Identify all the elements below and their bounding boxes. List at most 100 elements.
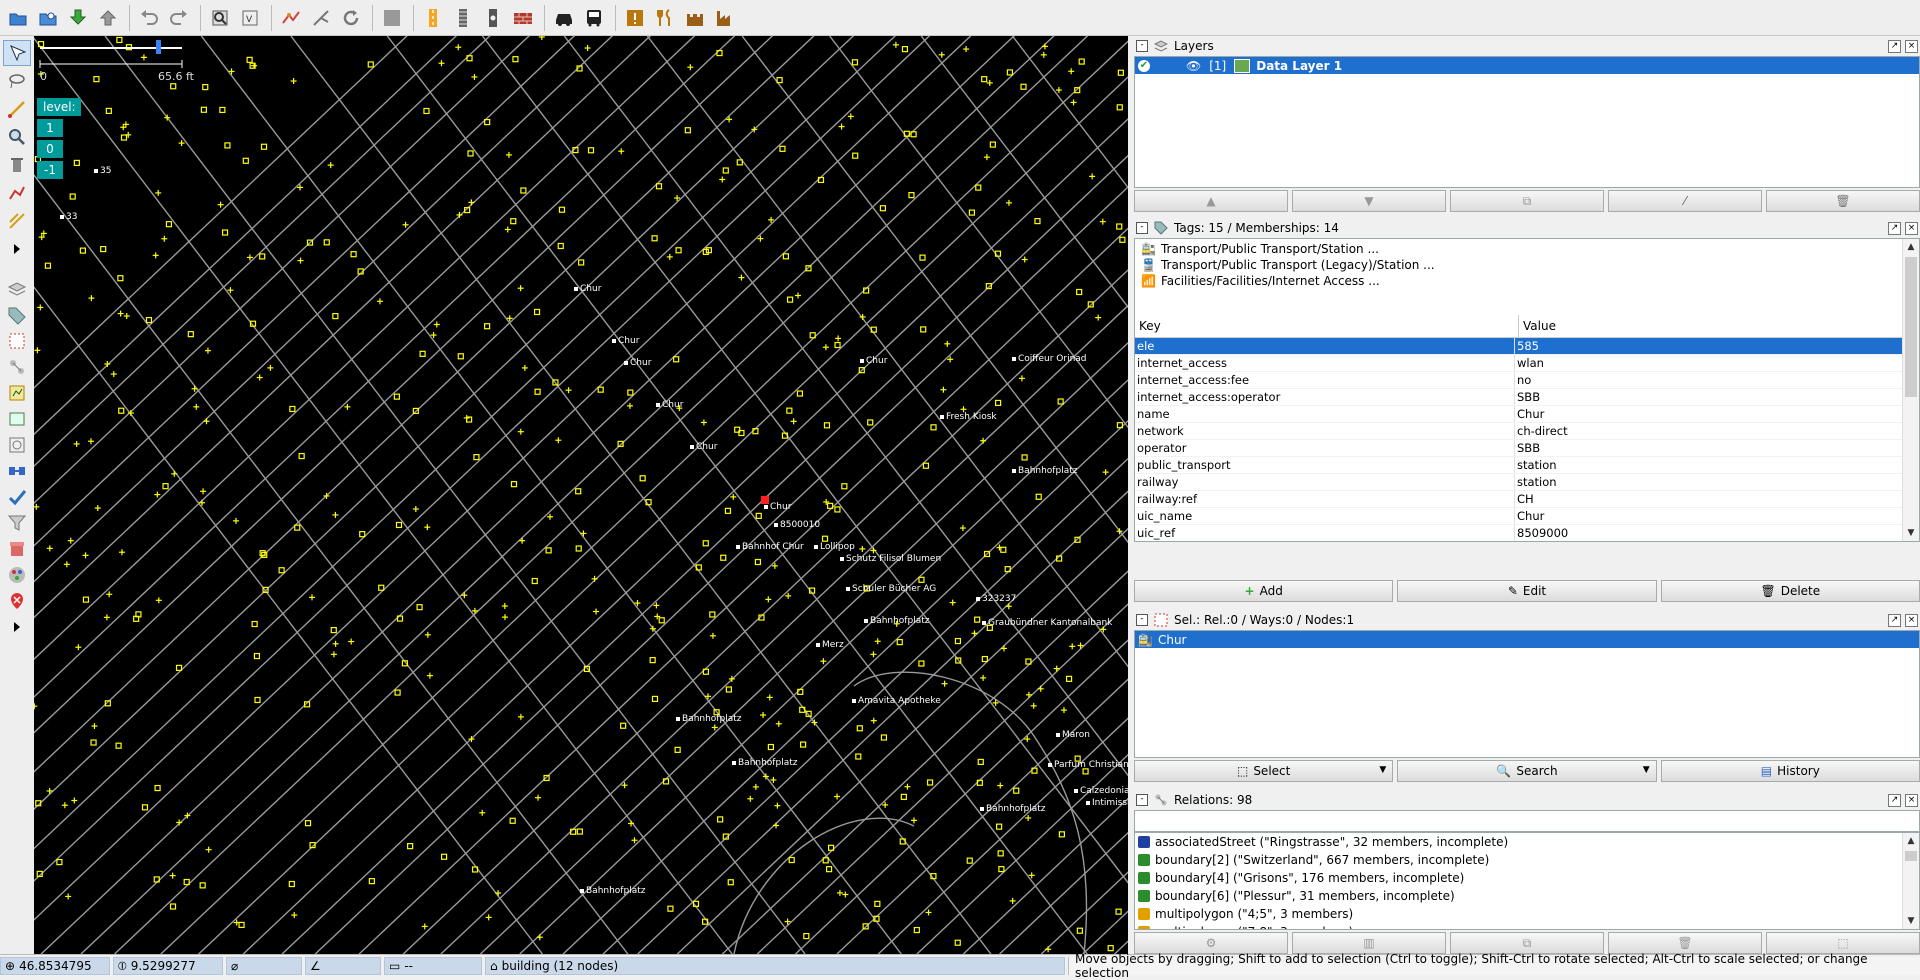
node-marker[interactable]: [200, 106, 207, 113]
way-line[interactable]: [104, 36, 806, 954]
node-marker[interactable]: [278, 567, 285, 574]
map-label[interactable]: Maron: [1056, 730, 1090, 740]
edit-tag-button[interactable]: ✎ Edit: [1397, 580, 1657, 602]
tag-value[interactable]: ch-direct: [1514, 422, 1919, 440]
node-marker[interactable]: [1107, 945, 1114, 952]
history-button[interactable]: ▤ History: [1660, 760, 1920, 782]
relations-toggle-icon[interactable]: [3, 354, 31, 380]
map-label[interactable]: Chur: [624, 358, 651, 368]
tag-key[interactable]: public_transport: [1135, 456, 1515, 474]
tag-row[interactable]: internet_access:operator SBB: [1135, 388, 1919, 406]
map-paint-styles-icon[interactable]: [3, 562, 31, 588]
node-marker[interactable]: [651, 695, 659, 703]
node-marker[interactable]: [674, 746, 681, 753]
map-label[interactable]: Amavita Apotheke: [852, 696, 941, 706]
node-marker[interactable]: [289, 405, 296, 413]
node-marker[interactable]: [926, 779, 934, 786]
tag-row[interactable]: operator SBB: [1135, 439, 1919, 457]
delete-layer-button[interactable]: 🗑: [1766, 190, 1920, 212]
tag-value[interactable]: station: [1514, 473, 1919, 491]
way-line[interactable]: [34, 36, 980, 954]
node-marker[interactable]: [199, 882, 206, 889]
node-marker[interactable]: [44, 262, 52, 269]
way-line[interactable]: [877, 36, 1128, 954]
warning-icon[interactable]: [621, 4, 649, 32]
tag-value[interactable]: 585: [1514, 338, 1919, 355]
tag-row[interactable]: railway:ref CH: [1135, 490, 1919, 508]
way-line[interactable]: [358, 36, 1128, 954]
node-marker[interactable]: [1078, 58, 1085, 65]
tag-key[interactable]: name: [1135, 405, 1515, 423]
close-icon[interactable]: ×: [1905, 794, 1918, 807]
duplicate-relation-button[interactable]: ⧉: [1450, 932, 1604, 954]
close-icon[interactable]: ×: [1905, 222, 1918, 235]
node-marker[interactable]: [115, 742, 122, 749]
node-marker[interactable]: [639, 475, 646, 482]
node-marker[interactable]: [254, 696, 261, 704]
open-location-icon[interactable]: [34, 4, 62, 32]
map-label[interactable]: Schuler Bücher AG: [846, 584, 936, 594]
select-tool-icon[interactable]: [3, 40, 31, 66]
node-marker[interactable]: [118, 407, 125, 414]
node-marker[interactable]: [649, 657, 656, 664]
node-marker[interactable]: [509, 817, 516, 824]
node-marker[interactable]: [995, 399, 1002, 407]
node-marker[interactable]: [767, 743, 774, 751]
way-line[interactable]: [114, 36, 1128, 954]
node-marker[interactable]: [393, 393, 400, 400]
node-marker[interactable]: [1076, 927, 1083, 934]
zoom-tool-icon[interactable]: [3, 124, 31, 150]
node-marker[interactable]: [251, 620, 258, 628]
notes-toggle-icon[interactable]: [3, 536, 31, 562]
tag-key[interactable]: operator: [1135, 439, 1515, 457]
tags-toggle-icon[interactable]: [3, 302, 31, 328]
map-label[interactable]: Chur: [656, 400, 683, 410]
road-icon[interactable]: [419, 4, 447, 32]
node-marker[interactable]: [224, 142, 231, 149]
tag-key[interactable]: uic_ref: [1135, 524, 1515, 541]
map-label[interactable]: Coiffeur Orinad: [1012, 354, 1087, 364]
merge-layer-button[interactable]: ⧉: [1450, 190, 1604, 212]
map-label[interactable]: Bahnhofplatz: [732, 758, 797, 768]
tag-value[interactable]: CH: [1514, 490, 1919, 508]
node-marker[interactable]: [578, 259, 585, 266]
changeset-toggle-icon[interactable]: [3, 380, 31, 406]
node-marker[interactable]: [803, 932, 810, 940]
tag-key[interactable]: railway: [1135, 473, 1515, 491]
way-line[interactable]: [756, 36, 1128, 954]
node-marker[interactable]: [725, 686, 732, 693]
map-label[interactable]: 35: [94, 166, 111, 176]
node-marker[interactable]: [974, 616, 981, 623]
preset-link[interactable]: 🚉 Transport/Public Transport/Station ...: [1135, 241, 1919, 257]
node-marker[interactable]: [658, 617, 665, 624]
node-marker[interactable]: [288, 880, 295, 888]
way-line[interactable]: [402, 36, 1128, 954]
node-marker[interactable]: [954, 637, 962, 645]
node-marker[interactable]: [996, 823, 1003, 830]
level-minus1-button[interactable]: -1: [37, 161, 63, 179]
way-line[interactable]: [34, 36, 583, 954]
imagery-icon[interactable]: [378, 4, 406, 32]
map-label[interactable]: Chur: [860, 356, 887, 366]
node-marker[interactable]: [467, 150, 474, 157]
tag-row[interactable]: ele 585: [1135, 338, 1919, 355]
expand-dialogs-icon[interactable]: [3, 614, 31, 640]
collapse-icon[interactable]: -: [1136, 222, 1148, 234]
validation-toggle-icon[interactable]: [3, 484, 31, 510]
node-marker[interactable]: [56, 858, 63, 866]
tag-value[interactable]: no: [1514, 371, 1919, 389]
node-marker[interactable]: [825, 866, 833, 873]
node-marker[interactable]: [851, 59, 859, 66]
node-marker[interactable]: [1076, 288, 1083, 296]
node-marker[interactable]: [823, 422, 831, 429]
node-marker[interactable]: [702, 540, 709, 547]
node-marker[interactable]: [1065, 675, 1073, 682]
node-marker[interactable]: [510, 218, 517, 225]
download-icon[interactable]: [64, 4, 92, 32]
node-marker[interactable]: [259, 253, 266, 260]
node-marker[interactable]: [981, 655, 988, 663]
map-label[interactable]: Chur: [764, 502, 791, 512]
node-marker[interactable]: [238, 921, 245, 928]
tag-value[interactable]: Chur: [1514, 405, 1919, 423]
node-marker[interactable]: [82, 596, 90, 603]
